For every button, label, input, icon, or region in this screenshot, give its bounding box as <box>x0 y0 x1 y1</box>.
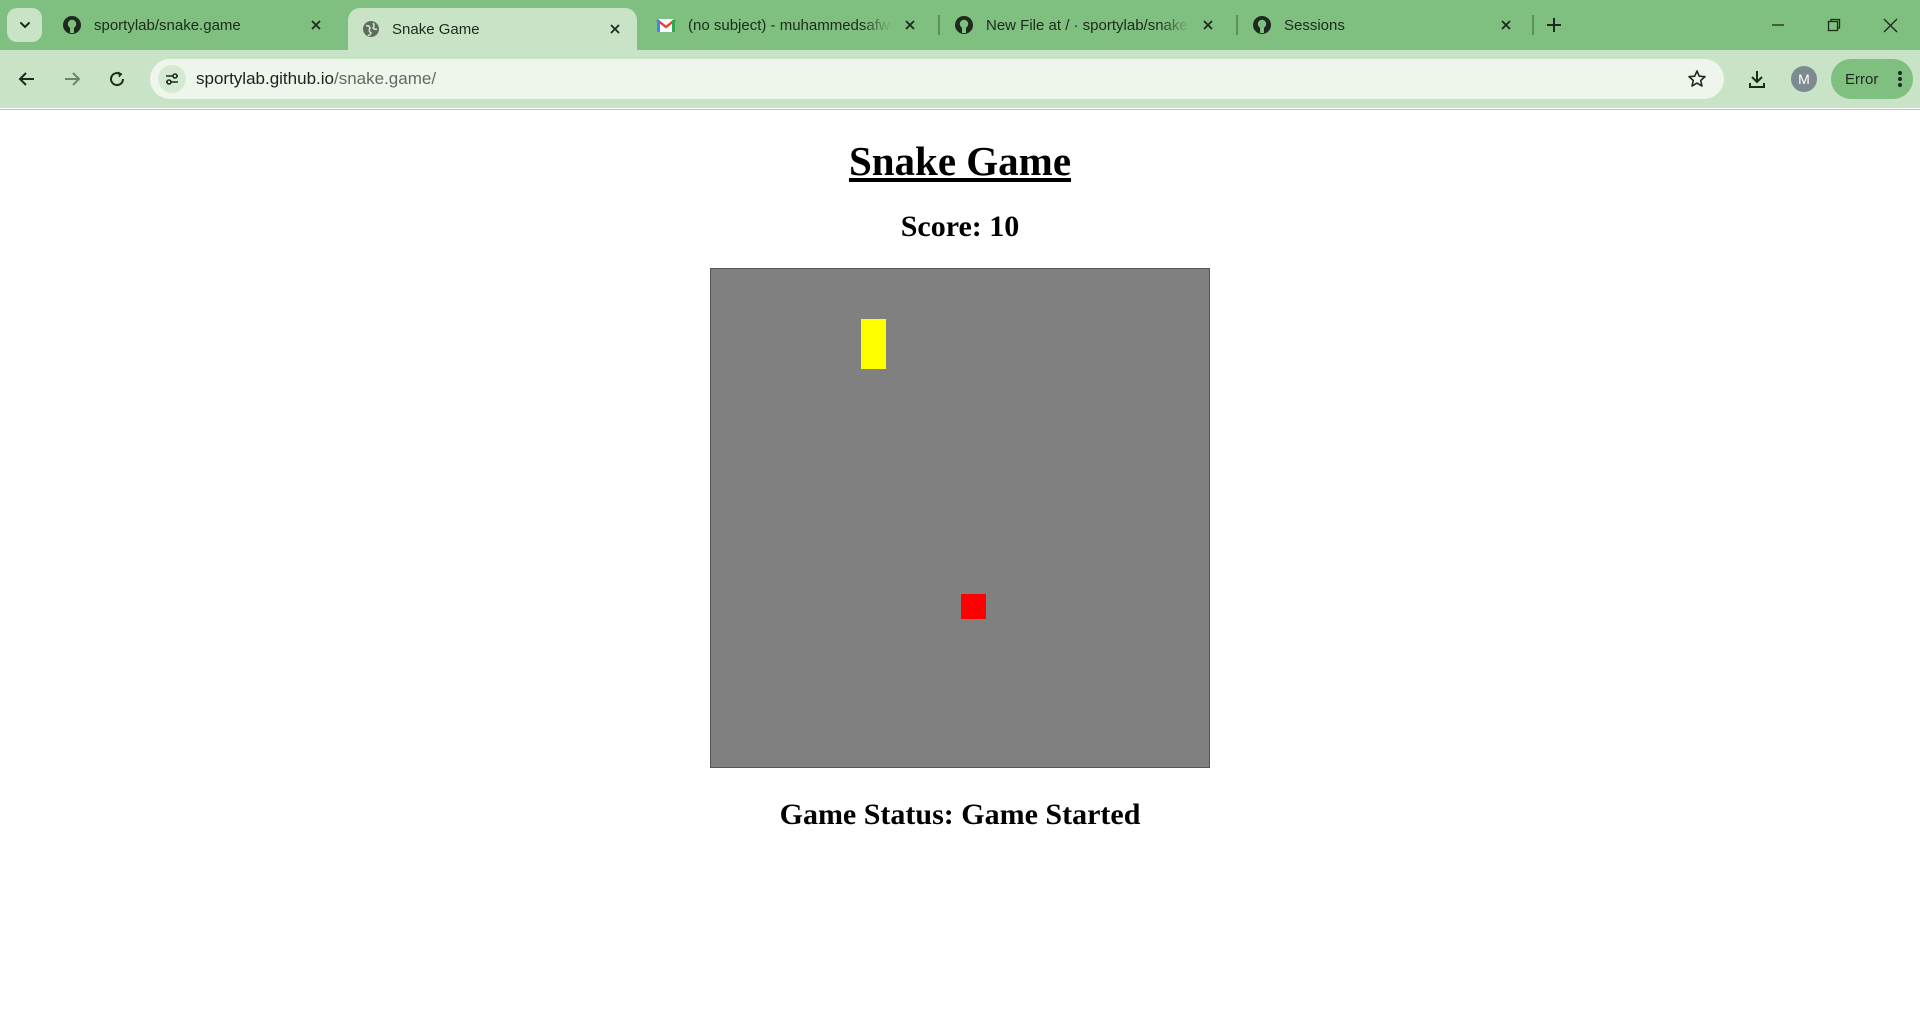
more-vert-icon <box>1898 71 1902 87</box>
back-button[interactable] <box>10 62 44 96</box>
tab-title: sportylab/snake.game <box>94 16 241 34</box>
restore-button[interactable] <box>1806 0 1862 50</box>
profile-avatar[interactable]: M <box>1791 66 1817 92</box>
forward-button[interactable] <box>55 62 89 96</box>
score-display: Score: 10 <box>900 210 1020 243</box>
game-board[interactable] <box>710 268 1210 768</box>
tab-title: New File at / · sportylab/snake.game <box>986 16 1190 34</box>
plus-icon <box>1547 18 1561 32</box>
page-content: Snake Game Score: 10 Game Status: Game S… <box>0 109 1920 1021</box>
browser-toolbar: sportylab.github.io/snake.game/ M Error <box>0 50 1920 108</box>
snake-segment <box>861 344 886 369</box>
bookmark-button[interactable] <box>1686 68 1708 90</box>
tab-title: Snake Game <box>392 20 480 38</box>
snake-segment <box>861 319 886 344</box>
tab-search-button[interactable] <box>7 8 42 42</box>
github-icon <box>1253 16 1271 34</box>
restore-icon <box>1827 18 1841 32</box>
reload-icon <box>110 71 125 87</box>
close-window-button[interactable] <box>1862 0 1918 50</box>
reload-button[interactable] <box>100 62 134 96</box>
site-info-button[interactable] <box>158 65 186 93</box>
url-path: /snake.game/ <box>333 69 437 88</box>
github-icon <box>955 16 973 34</box>
address-bar[interactable]: sportylab.github.io/snake.game/ <box>150 59 1724 99</box>
close-icon[interactable] <box>900 15 920 35</box>
new-tab-button[interactable] <box>1541 12 1567 38</box>
globe-icon <box>363 21 379 37</box>
minimize-button[interactable] <box>1750 0 1806 50</box>
minimize-icon <box>1772 24 1784 26</box>
tab-gmail[interactable]: (no subject) - muhammedsafwan <box>642 0 932 50</box>
downloads-button[interactable] <box>1740 62 1774 96</box>
star-icon <box>1688 70 1706 87</box>
game-status: Game Status: Game Started <box>779 798 1141 831</box>
tab-snake-repo[interactable]: sportylab/snake.game <box>48 0 338 50</box>
tab-snake-game[interactable]: Snake Game <box>348 8 637 50</box>
food-item <box>961 594 986 619</box>
close-icon[interactable] <box>306 15 326 35</box>
error-label: Error <box>1845 70 1879 88</box>
back-arrow-icon <box>18 72 34 86</box>
download-icon <box>1749 71 1765 88</box>
url-host: sportylab.github.io <box>196 69 334 88</box>
tune-icon <box>166 73 178 85</box>
close-icon[interactable] <box>605 19 625 39</box>
tab-separator <box>1532 15 1534 35</box>
url-text[interactable]: sportylab.github.io/snake.game/ <box>196 69 436 89</box>
tab-new-file[interactable]: New File at / · sportylab/snake.game <box>940 0 1230 50</box>
close-icon <box>1883 18 1897 32</box>
close-icon[interactable] <box>1198 15 1218 35</box>
github-icon <box>63 16 81 34</box>
close-icon[interactable] <box>1496 15 1516 35</box>
page-title: Snake Game <box>848 138 1072 184</box>
gmail-icon <box>656 19 676 32</box>
tab-title: (no subject) - muhammedsafwan <box>688 16 892 34</box>
tab-strip: sportylab/snake.game Snake Game (no subj… <box>0 0 1920 50</box>
tab-sessions[interactable]: Sessions <box>1238 0 1528 50</box>
forward-arrow-icon <box>65 72 81 86</box>
error-button[interactable]: Error <box>1831 59 1913 99</box>
chevron-down-icon <box>19 22 30 29</box>
tab-title: Sessions <box>1284 16 1345 34</box>
